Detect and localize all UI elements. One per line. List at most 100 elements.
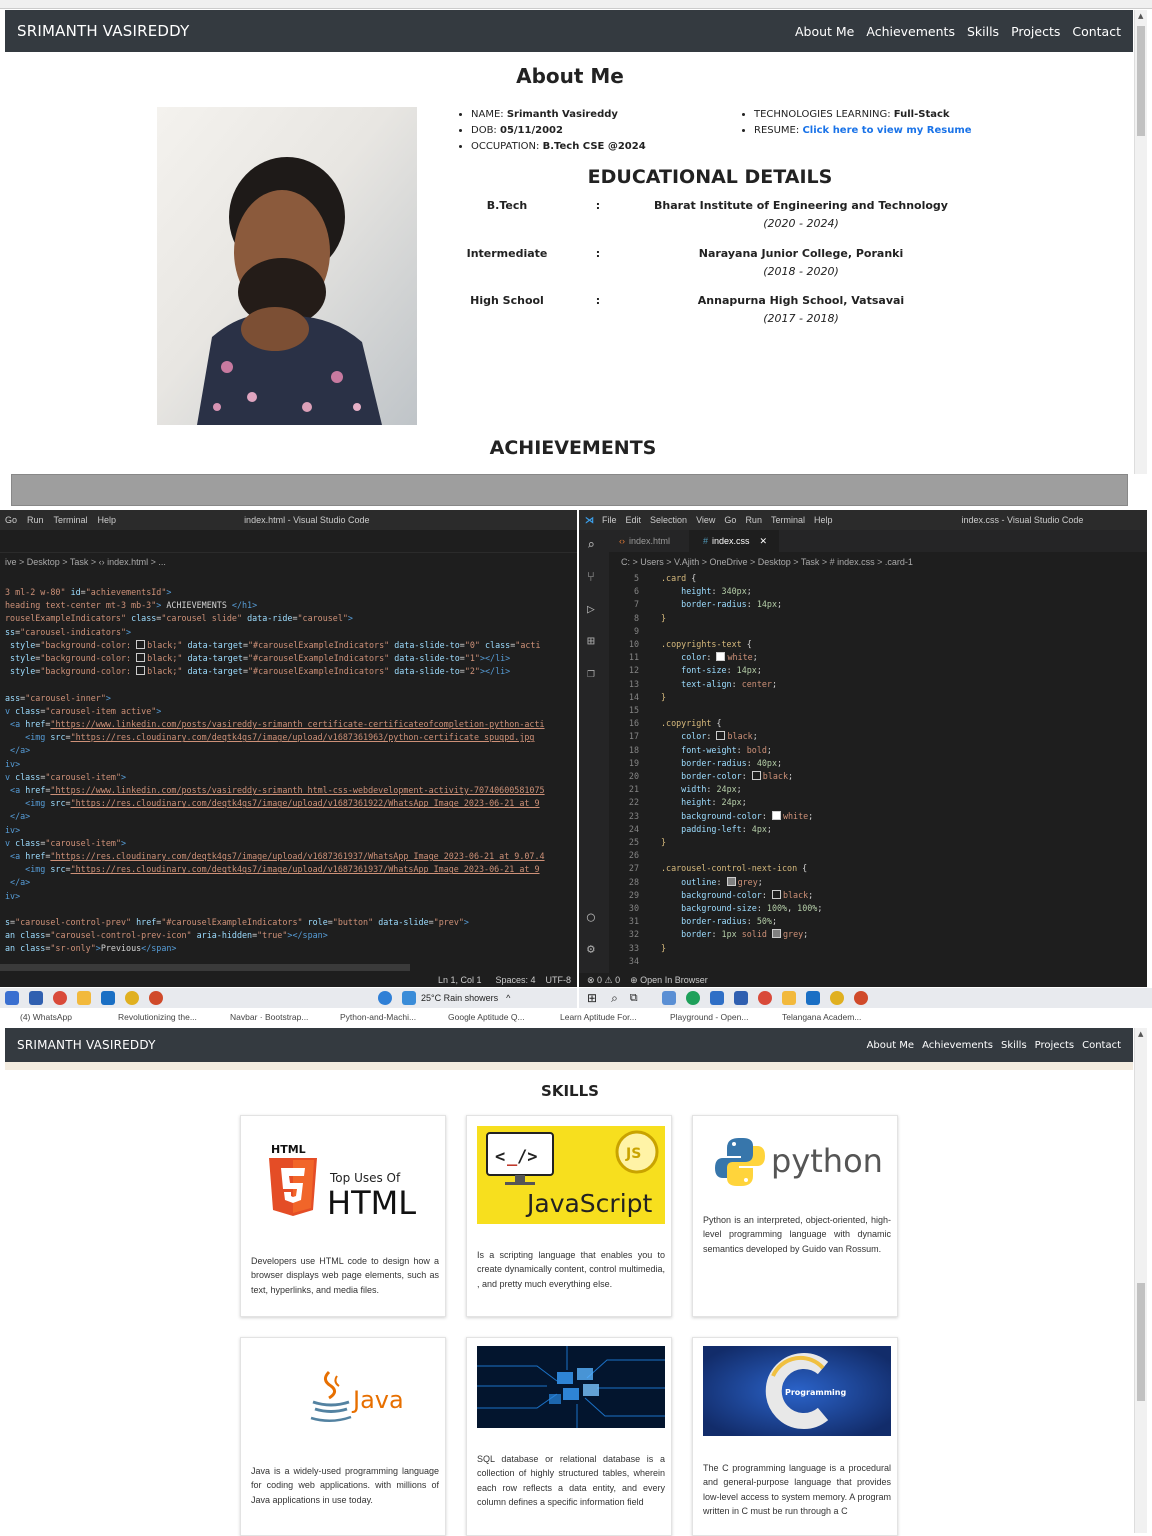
edu-separator: : [595, 247, 601, 260]
chrome-icon[interactable] [125, 991, 139, 1005]
edu-separator: : [595, 199, 601, 212]
taskbar-app-icon[interactable] [29, 991, 43, 1005]
taskbar-app-icon[interactable] [661, 991, 676, 1005]
nav-skills[interactable]: Skills [1001, 1040, 1027, 1051]
edu-level: B.Tech [486, 199, 528, 212]
edu-separator: : [595, 294, 601, 307]
horizontal-scrollbar[interactable] [0, 964, 410, 971]
menu-run[interactable]: Run [745, 515, 762, 525]
powerpoint-icon[interactable] [149, 991, 163, 1005]
achievements-heading: ACHIEVEMENTS [489, 437, 657, 459]
skills-heading: SKILLS [541, 1082, 599, 1100]
vscode-left-statusbar: Ln 1, Col 1 Spaces: 4 UTF-8 [0, 973, 577, 987]
scroll-up-arrow-icon[interactable]: ▲ [1138, 1030, 1143, 1038]
file-encoding[interactable]: UTF-8 [546, 975, 572, 985]
page-scrollbar[interactable]: ▲ [1134, 1028, 1147, 1533]
extensions-icon[interactable]: ⊞ [587, 634, 595, 649]
html5-shield-icon: HTML Top Uses Of HTML [269, 1143, 416, 1216]
indent-spaces[interactable]: Spaces: 4 [495, 975, 535, 985]
explorer-icon[interactable]: ❐ [587, 666, 595, 681]
skill-card-html[interactable]: HTML Top Uses Of HTML Developers use HTM… [240, 1115, 446, 1317]
scrollbar-thumb[interactable] [1137, 1283, 1145, 1401]
windows-start-icon[interactable]: ⊞ [587, 991, 597, 1005]
close-tab-icon[interactable]: ✕ [760, 536, 768, 546]
cursor-position[interactable]: Ln 1, Col 1 [438, 975, 482, 985]
tab-index-html[interactable]: ‹› index.html [609, 530, 689, 552]
top-webpage: SRIMANTH VASIREDDY About Me Achievements… [0, 0, 1152, 510]
skill-card-description: SQL database or relational database is a… [477, 1454, 665, 1507]
store-icon[interactable] [709, 991, 724, 1005]
nav-about[interactable]: About Me [867, 1040, 915, 1051]
menu-edit[interactable]: Edit [626, 515, 642, 525]
bookmark-item[interactable]: (4) WhatsApp [20, 1012, 72, 1022]
vscode-icon[interactable] [101, 991, 115, 1005]
tab-index-css[interactable]: # index.css ✕ [689, 530, 779, 552]
skill-card-python[interactable]: python Python is an interpreted, object-… [692, 1115, 898, 1317]
tray-chevron-icon[interactable]: ^ [506, 993, 510, 1003]
python-logo-text: python [771, 1142, 883, 1180]
search-icon[interactable]: ⌕ [611, 991, 618, 1006]
html-code-editor[interactable]: 3 ml-2 w-80" id="achievementsId"> headin… [5, 586, 545, 956]
skill-card-java[interactable]: Java Java is a widely-used programming l… [240, 1337, 446, 1536]
skill-card-javascript[interactable]: < _ /> JS JavaScript Is a scripting lang… [466, 1115, 672, 1317]
network-icon[interactable] [378, 991, 392, 1005]
skill-card-description: Developers use HTML code to design how a… [251, 1256, 439, 1295]
settings-gear-icon[interactable]: ⚙ [587, 942, 595, 957]
nav-achievements[interactable]: Achievements [922, 1040, 993, 1051]
editor-tabs: ‹› index.html # index.css ✕ [609, 530, 1147, 552]
menu-file[interactable]: File [602, 515, 617, 525]
java-logo: Java [251, 1366, 439, 1426]
bookmarks-bar: (4) WhatsApp Revolutionizing the... Navb… [0, 1008, 1152, 1026]
taskbar-app-icon[interactable] [733, 991, 748, 1005]
bookmark-item[interactable]: Navbar · Bootstrap... [230, 1012, 308, 1022]
open-in-browser[interactable]: Open In Browser [640, 975, 708, 985]
bookmark-item[interactable]: Google Aptitude Q... [448, 1012, 525, 1022]
nav-projects[interactable]: Projects [1035, 1040, 1074, 1051]
bookmark-item[interactable]: Telangana Academ... [782, 1012, 861, 1022]
navbar-brand[interactable]: SRIMANTH VASIREDDY [17, 1038, 156, 1052]
java-coffee-icon: Java [310, 1370, 404, 1422]
bookmark-item[interactable]: Playground - Open... [670, 1012, 748, 1022]
html-logo: HTML Top Uses Of HTML [251, 1136, 439, 1216]
menu-help[interactable]: Help [814, 515, 833, 525]
skill-card-c[interactable]: Programming The C programming language i… [692, 1337, 898, 1536]
powerpoint-icon[interactable] [853, 991, 868, 1005]
menu-go[interactable]: Go [5, 515, 17, 525]
activity-bar: ⌕ ⑂ ▷ ⊞ ❐ ◯ ⚙ [579, 530, 609, 973]
account-icon[interactable]: ◯ [587, 910, 595, 925]
vscode-icon[interactable] [805, 991, 820, 1005]
file-explorer-icon[interactable] [77, 991, 91, 1005]
breadcrumb: C: > Users > V.Ajith > OneDrive > Deskto… [621, 557, 913, 567]
menu-terminal[interactable]: Terminal [771, 515, 805, 525]
chrome-icon[interactable] [53, 991, 67, 1005]
css-code-editor[interactable]: 5 .card { 6 height: 340px; 7 border-radiu… [609, 572, 822, 968]
edu-institute: Annapurna High School, Vatsavai [697, 294, 905, 307]
edu-years: (2020 - 2024) [763, 217, 839, 230]
python-logo: python [703, 1130, 891, 1188]
achievements-carousel[interactable] [11, 474, 1128, 506]
bookmark-item[interactable]: Revolutionizing the... [118, 1012, 197, 1022]
weather-text[interactable]: 25°C Rain showers [421, 993, 498, 1003]
run-debug-icon[interactable]: ▷ [587, 602, 595, 617]
chrome-icon[interactable] [829, 991, 844, 1005]
menu-run[interactable]: Run [27, 515, 44, 525]
problems-count[interactable]: ⊗ 0 ⚠ 0 [587, 975, 620, 986]
source-control-icon[interactable]: ⑂ [587, 570, 595, 585]
chrome-icon[interactable] [757, 991, 772, 1005]
menu-view[interactable]: View [696, 515, 715, 525]
task-view-icon[interactable]: ⧉ [630, 992, 638, 1005]
menu-go[interactable]: Go [724, 515, 736, 525]
menu-help[interactable]: Help [98, 515, 117, 525]
svg-text:HTML: HTML [271, 1143, 306, 1156]
file-explorer-icon[interactable] [781, 991, 796, 1005]
nav-contact[interactable]: Contact [1082, 1040, 1121, 1051]
taskbar-app-icon[interactable] [5, 991, 19, 1005]
search-icon[interactable]: ⌕ [587, 538, 595, 553]
bookmark-item[interactable]: Learn Aptitude For... [560, 1012, 637, 1022]
menu-terminal[interactable]: Terminal [54, 515, 88, 525]
skill-card-sql[interactable]: SQL database or relational database is a… [466, 1337, 672, 1536]
javascript-logo: < _ /> JS JavaScript [477, 1126, 665, 1224]
edge-icon[interactable] [685, 991, 700, 1005]
bookmark-item[interactable]: Python-and-Machi... [340, 1012, 416, 1022]
menu-selection[interactable]: Selection [650, 515, 687, 525]
